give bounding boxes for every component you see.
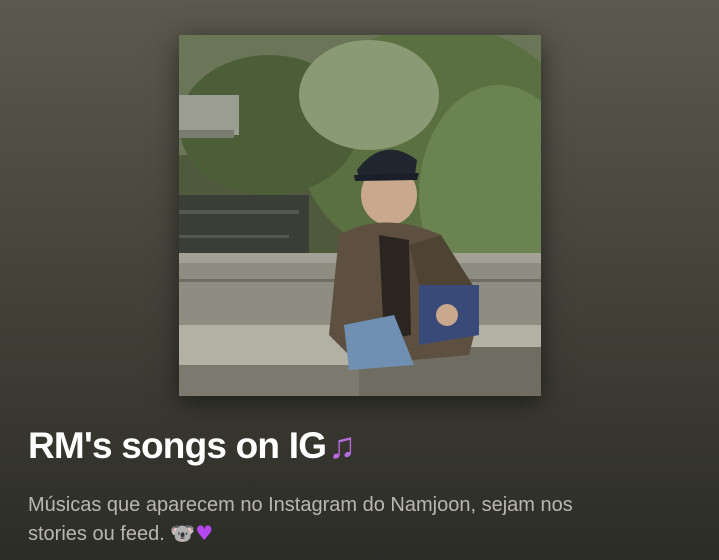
music-note-icon: ♫ <box>328 425 356 466</box>
playlist-cover-image[interactable] <box>179 35 541 396</box>
playlist-title-text: RM's songs on IG <box>28 425 327 466</box>
koala-icon: 🐨 <box>170 521 196 545</box>
playlist-description: Músicas que aparecem no Instagram do Nam… <box>28 491 688 548</box>
playlist-title: RM's songs on IG♫ <box>28 424 356 468</box>
purple-heart-icon: ♥ <box>195 521 214 545</box>
description-line-2: stories ou feed. <box>28 523 165 545</box>
description-line-1: Músicas que aparecem no Instagram do Nam… <box>28 494 573 516</box>
